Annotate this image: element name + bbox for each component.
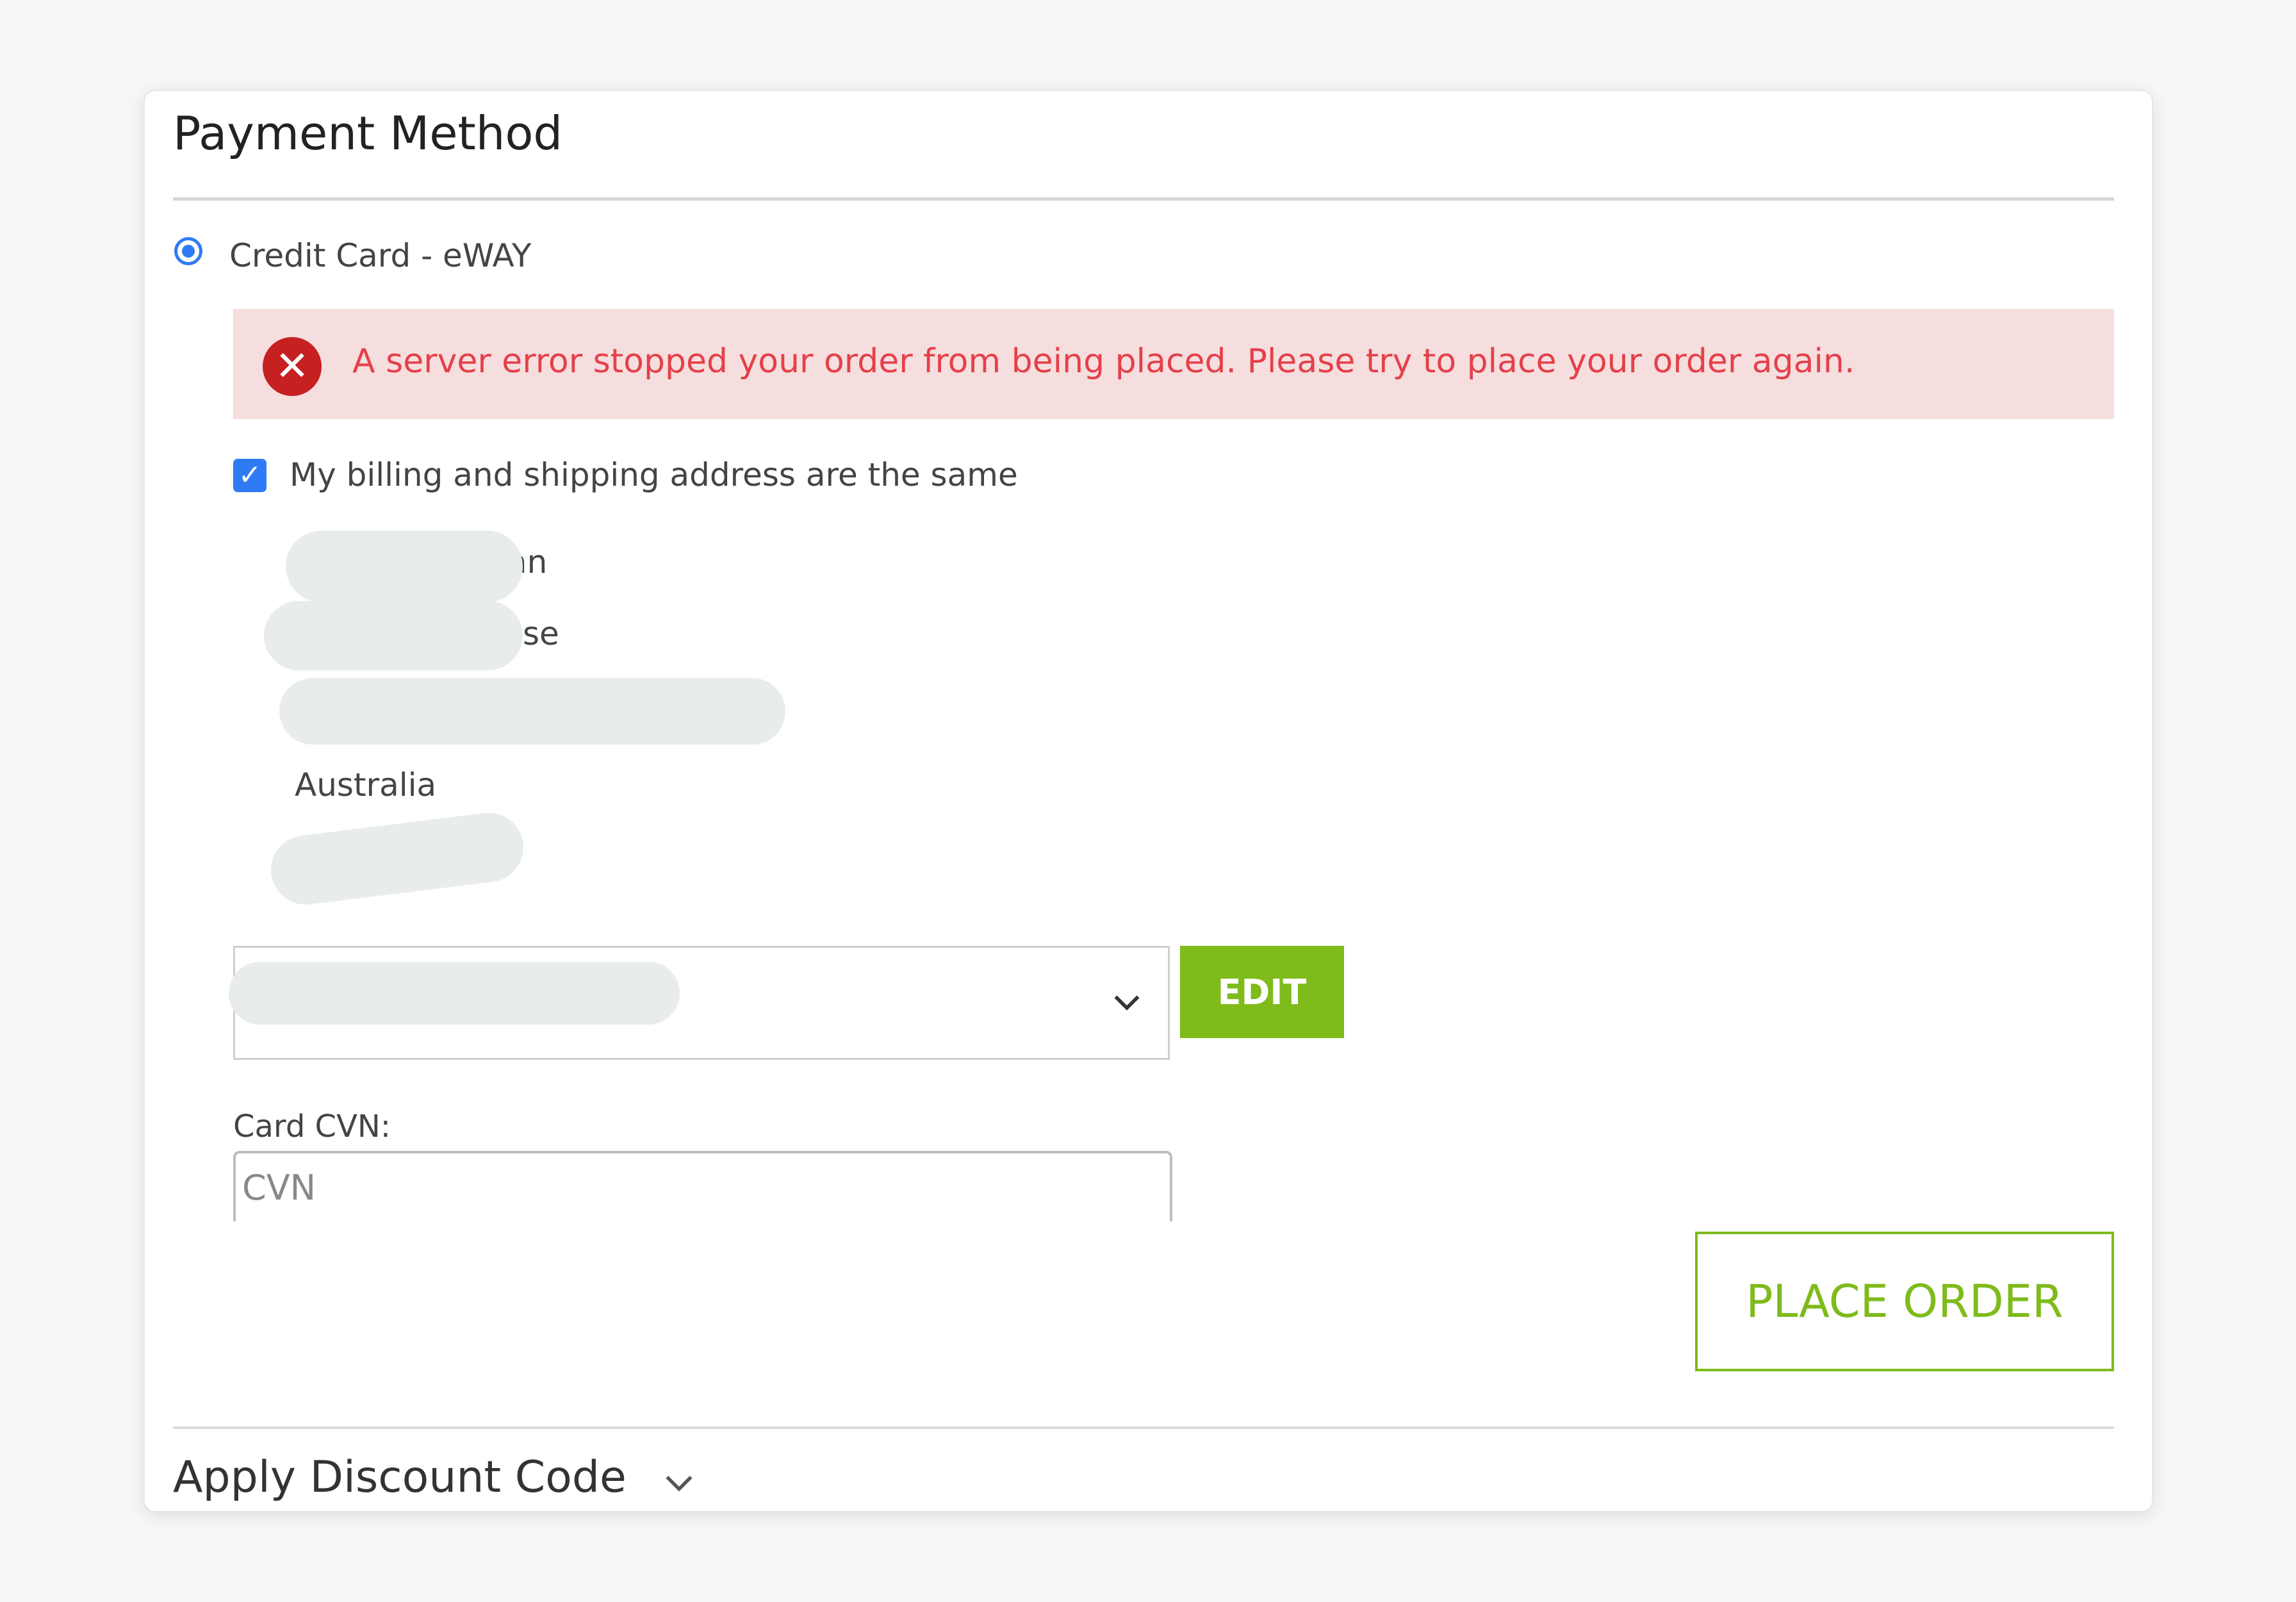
discount-divider [173, 1426, 2114, 1429]
redacted-street [264, 601, 523, 670]
redacted-card-value [229, 962, 680, 1025]
payment-panel: Payment Method Credit Card - eWAY ✕ A se… [144, 90, 2153, 1512]
billing-same-checkbox[interactable]: ✓ [233, 459, 266, 492]
billing-same-label[interactable]: My billing and shipping address are the … [290, 456, 1018, 493]
place-order-button[interactable]: PLACE ORDER [1695, 1232, 2114, 1371]
chevron-down-icon [666, 1475, 693, 1491]
address-street-line: se [523, 615, 559, 652]
edit-button[interactable]: EDIT [1180, 946, 1344, 1038]
redacted-phone [266, 809, 528, 909]
address-country-line: Australia [295, 766, 437, 804]
error-x-icon: ✕ [263, 337, 322, 396]
apply-discount-label: Apply Discount Code [173, 1452, 627, 1503]
apply-discount-toggle[interactable]: Apply Discount Code [173, 1452, 700, 1503]
saved-card-select[interactable] [229, 946, 1170, 1060]
title-divider [173, 197, 2114, 201]
redacted-name [286, 531, 523, 602]
card-cvn-label: Card CVN: [233, 1109, 391, 1144]
checkmark-icon: ✓ [238, 459, 262, 491]
credit-card-radio-label[interactable]: Credit Card - eWAY [229, 237, 531, 274]
error-message-box: ✕ A server error stopped your order from… [233, 309, 2114, 419]
payment-method-title: Payment Method [173, 106, 563, 160]
chevron-down-icon [1114, 995, 1140, 1011]
error-message-text: A server error stopped your order from b… [352, 342, 1855, 381]
credit-card-radio[interactable] [174, 237, 202, 265]
card-cvn-input[interactable] [233, 1151, 1172, 1221]
redacted-city-line [279, 678, 785, 745]
